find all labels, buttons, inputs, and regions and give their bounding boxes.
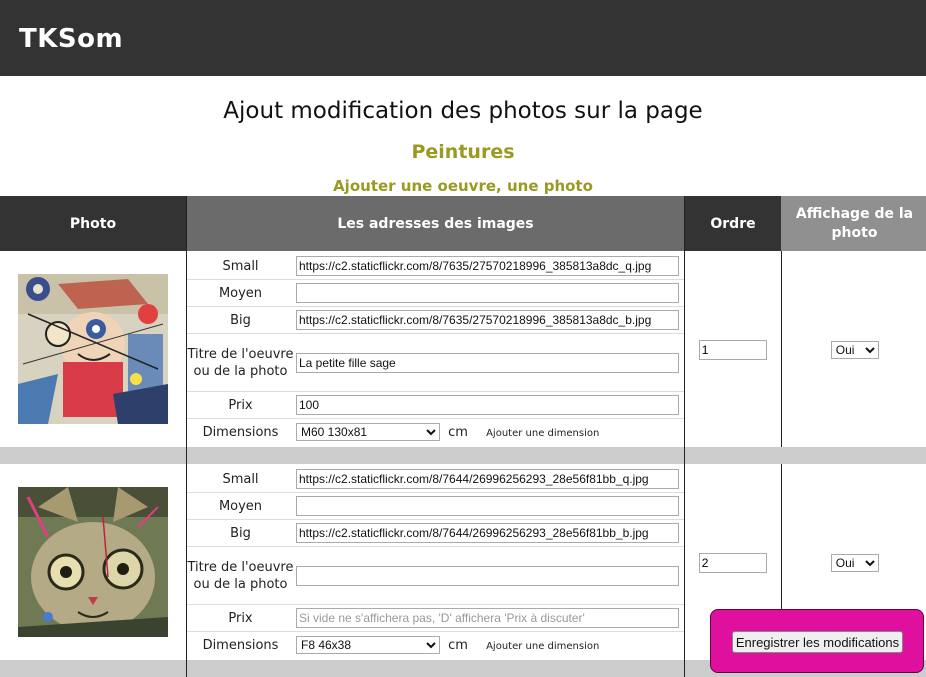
medium-label: Moyen xyxy=(187,279,294,307)
display-cell: Oui xyxy=(781,251,926,447)
painting-thumbnail xyxy=(18,274,168,424)
photo-cell xyxy=(0,464,187,660)
photos-table: Photo Les adresses des images Ordre Affi… xyxy=(0,196,926,677)
title-input[interactable] xyxy=(296,352,679,373)
addresses-cell: Small Moyen Big Titre de l'oeuvre ou de … xyxy=(186,464,685,660)
order-cell xyxy=(684,251,782,447)
column-header-addresses: Les adresses des images xyxy=(186,196,685,251)
order-input[interactable] xyxy=(698,552,767,573)
price-input[interactable] xyxy=(296,608,679,628)
title-input[interactable] xyxy=(296,565,679,586)
top-bar: TKSom xyxy=(0,0,926,76)
big-label: Big xyxy=(187,519,294,547)
add-dimension-link[interactable]: Ajouter une dimension xyxy=(486,641,599,652)
address-form: Small Moyen Big Titre de l'oeuvre ou de … xyxy=(187,466,684,658)
order-input[interactable] xyxy=(698,339,767,360)
column-header-order: Ordre xyxy=(684,196,781,251)
medium-label: Moyen xyxy=(187,492,294,520)
page-title: Ajout modification des photos sur la pag… xyxy=(223,98,703,124)
small-url-input[interactable] xyxy=(296,469,679,489)
small-label: Small xyxy=(187,253,294,280)
column-header-photo: Photo xyxy=(0,196,187,251)
big-label: Big xyxy=(187,306,294,334)
table-row: Small Moyen Big Titre de l'oeuvre ou de … xyxy=(0,251,926,447)
address-form: Small Moyen Big Titre de l'oeuvre ou de … xyxy=(187,253,684,445)
row-separator xyxy=(0,447,926,464)
title-label: Titre de l'oeuvre ou de la photo xyxy=(187,546,294,605)
dimension-select[interactable]: F8 46x38 xyxy=(296,636,440,654)
save-button[interactable]: Enregistrer les modifications xyxy=(732,631,903,653)
small-label: Small xyxy=(187,466,294,493)
small-url-input[interactable] xyxy=(296,256,679,276)
price-input[interactable] xyxy=(296,395,679,415)
display-select[interactable]: Oui xyxy=(830,341,879,359)
price-label: Prix xyxy=(187,604,294,632)
save-panel: Enregistrer les modifications xyxy=(710,609,924,673)
dimensions-label: Dimensions xyxy=(202,637,279,653)
add-dimension-link[interactable]: Ajouter une dimension xyxy=(486,428,599,439)
section-subtitle: Peintures xyxy=(411,141,515,163)
big-url-input[interactable] xyxy=(296,523,679,543)
dimensions-label: Dimensions xyxy=(202,424,279,440)
title-label: Titre de l'oeuvre ou de la photo xyxy=(187,333,294,392)
photo-cell xyxy=(0,251,187,447)
dimension-select[interactable]: M60 130x81 xyxy=(296,423,440,441)
unit-label: cm xyxy=(448,425,468,440)
painting-thumbnail xyxy=(18,487,168,637)
brand-logo[interactable]: TKSom xyxy=(19,24,123,54)
price-label: Prix xyxy=(187,391,294,419)
display-select[interactable]: Oui xyxy=(830,554,879,572)
addresses-cell: Small Moyen Big Titre de l'oeuvre ou de … xyxy=(186,251,685,447)
big-url-input[interactable] xyxy=(296,310,679,330)
medium-url-input[interactable] xyxy=(296,283,679,303)
medium-url-input[interactable] xyxy=(296,496,679,516)
column-header-display: Affichage de la photo xyxy=(781,196,926,251)
unit-label: cm xyxy=(448,638,468,653)
add-artwork-link[interactable]: Ajouter une oeuvre, une photo xyxy=(0,177,926,195)
